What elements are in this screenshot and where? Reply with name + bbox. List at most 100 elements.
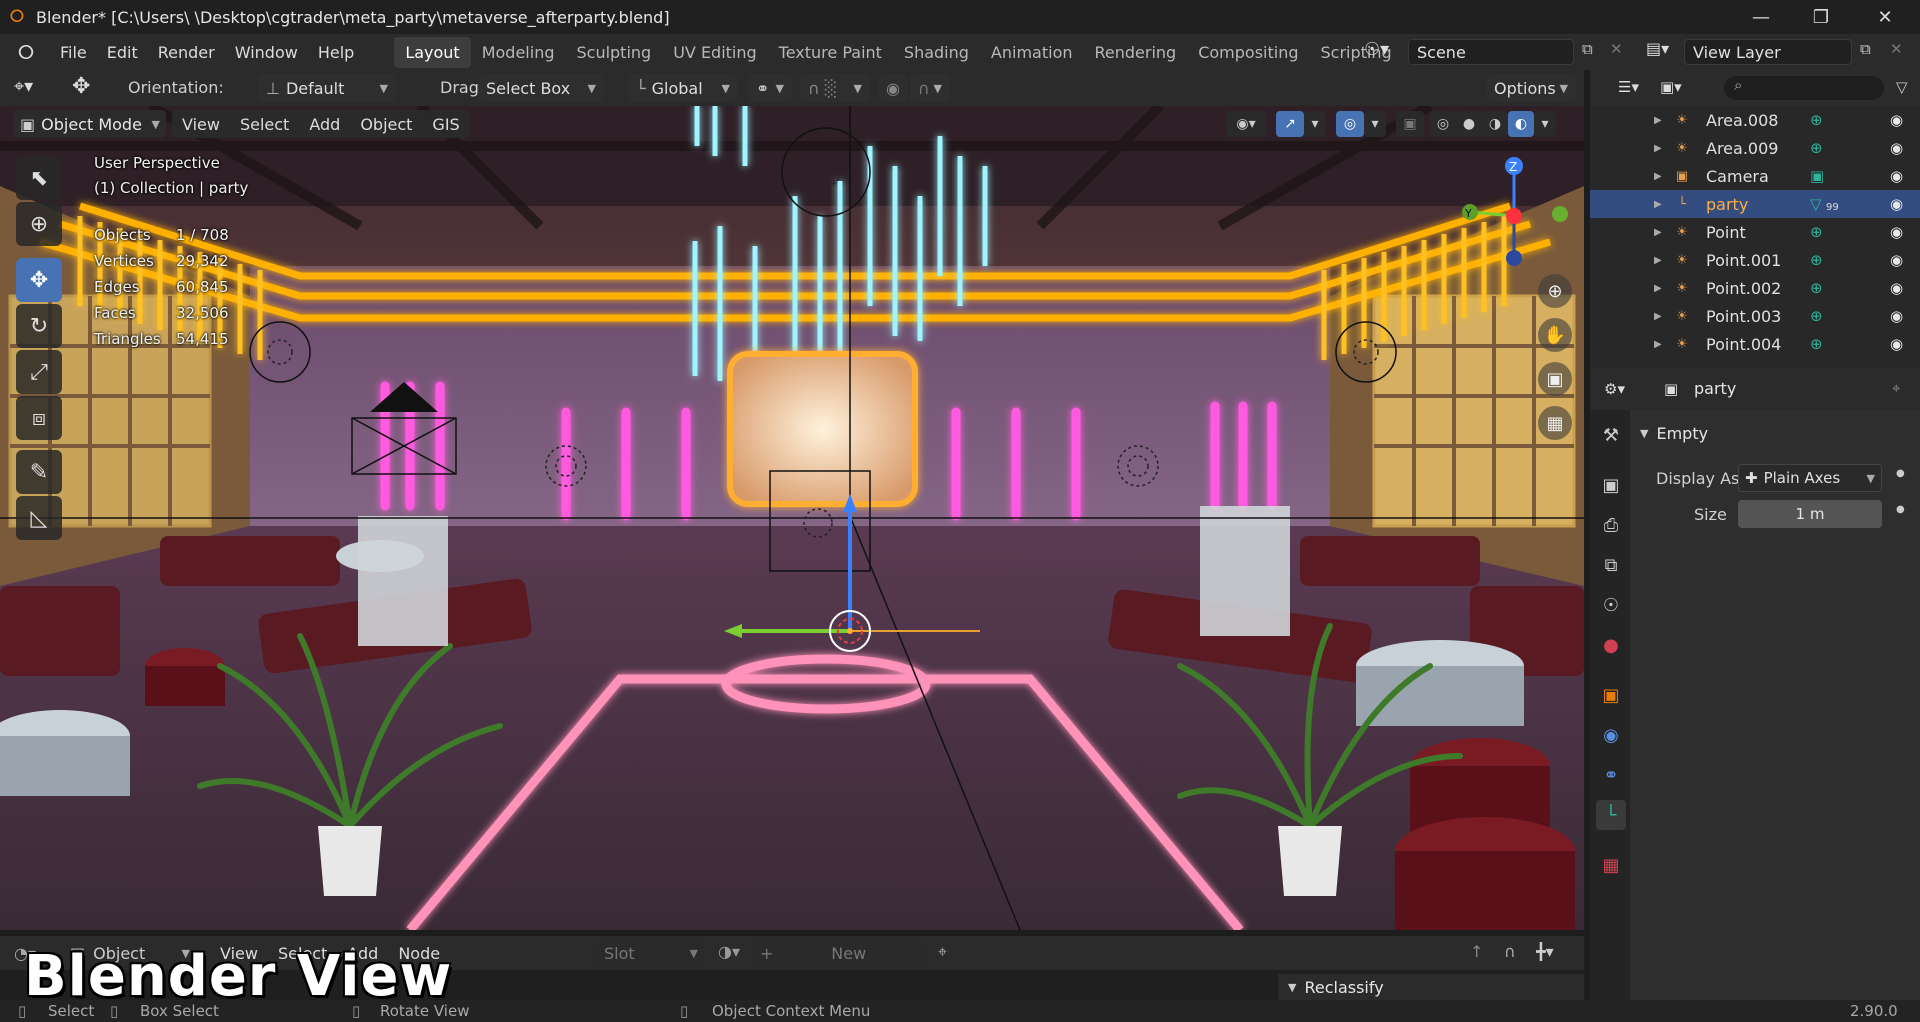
menu-help[interactable]: Help (308, 43, 364, 62)
display-as-dropdown[interactable]: ✚ Plain Axes ▼ (1738, 464, 1882, 492)
tab-physics[interactable]: ◉ (1596, 720, 1626, 750)
slot-dropdown[interactable]: Slot ▼ (596, 940, 706, 966)
outliner-search-input[interactable]: ⌕ (1724, 76, 1884, 100)
scale-tool[interactable]: ⤢ (16, 350, 62, 394)
eye-icon[interactable]: ◉ (1890, 167, 1903, 185)
tab-modeling[interactable]: Modeling (471, 37, 566, 68)
outliner-editor-type-icon[interactable]: ☰▾ (1618, 78, 1639, 96)
camera-view-button[interactable]: ▣ (1538, 362, 1572, 396)
expand-arrow-icon[interactable]: ▶ (1654, 311, 1662, 322)
pan-view-button[interactable]: ✋ (1538, 318, 1572, 352)
new-scene-icon[interactable]: ⧉ (1582, 40, 1593, 58)
menu-edit[interactable]: Edit (97, 43, 148, 62)
outliner-row-area-009[interactable]: ▶ ☀ Area.009 ⊕ ◉ (1590, 134, 1920, 162)
outliner-row-point-001[interactable]: ▶ ☀ Point.001 ⊕ ◉ (1590, 246, 1920, 274)
shading-rendered-button[interactable]: ◐ (1508, 111, 1534, 137)
tab-animation[interactable]: Animation (980, 37, 1084, 68)
rotate-tool[interactable]: ↻ (16, 304, 62, 348)
object-data-light-icon[interactable]: ⊕ (1810, 111, 1823, 129)
drag-dropdown[interactable]: Select Box ▼ (478, 74, 604, 102)
menu-window[interactable]: Window (225, 43, 308, 62)
empty-panel-header[interactable]: ▼ Empty (1634, 418, 1916, 448)
tab-output[interactable]: ⎙ (1596, 510, 1626, 540)
viewport-menu-view[interactable]: View (172, 115, 230, 134)
eye-icon[interactable]: ◉ (1890, 111, 1903, 129)
visibility-dropdown[interactable]: ◉▾ (1226, 111, 1266, 137)
eye-icon[interactable]: ◉ (1890, 139, 1903, 157)
tab-texture[interactable]: ▦ (1596, 850, 1626, 880)
tab-texture-paint[interactable]: Texture Paint (768, 37, 893, 68)
delete-view-layer-icon[interactable]: ✕ (1890, 40, 1903, 58)
tab-layout[interactable]: Layout (394, 36, 471, 68)
eye-icon[interactable]: ◉ (1890, 335, 1903, 353)
tab-constraints[interactable]: ⚭ (1596, 760, 1626, 790)
proportional-edit-toggle[interactable]: ◉ (878, 74, 908, 102)
shading-material-button[interactable]: ◑ (1482, 111, 1508, 137)
tab-object-data[interactable]: └ (1596, 800, 1626, 830)
transform-space-dropdown[interactable]: └ Global ▼ (628, 74, 738, 102)
snap-element-dropdown[interactable]: ╋▾ (1536, 942, 1554, 961)
new-material-button[interactable]: + New (752, 940, 924, 966)
viewport-menu-select[interactable]: Select (230, 115, 299, 134)
outliner-row-point-004[interactable]: ▶ ☀ Point.004 ⊕ ◉ (1590, 330, 1920, 358)
outliner-row-point-002[interactable]: ▶ ☀ Point.002 ⊕ ◉ (1590, 274, 1920, 302)
tab-render[interactable]: ▣ (1596, 470, 1626, 500)
snap-dropdown[interactable]: ∩ ░ ▼ (800, 74, 870, 102)
gizmo-dropdown[interactable]: ▾ (1304, 111, 1326, 137)
object-data-empty-axes-icon[interactable]: ▽ (1810, 195, 1822, 213)
3d-viewport[interactable]: Z Y ▣ Object Mode ▼ View Select Add Obje… (0, 106, 1584, 930)
tab-uv-editing[interactable]: UV Editing (662, 37, 767, 68)
options-dropdown[interactable]: Options ▼ (1486, 74, 1576, 102)
blender-menu-icon[interactable]: ⭘ (12, 40, 40, 64)
object-data-light-icon[interactable]: ⊕ (1810, 251, 1823, 269)
maximize-button[interactable]: ❐ (1792, 0, 1850, 34)
overlay-dropdown[interactable]: ▾ (1364, 111, 1386, 137)
tab-scene[interactable]: ☉ (1596, 590, 1626, 620)
xray-toggle[interactable]: ▣ (1396, 111, 1424, 137)
filter-icon[interactable]: ▽ (1896, 78, 1908, 96)
tab-tool-settings[interactable]: ⚒ (1596, 420, 1626, 450)
tab-sculpting[interactable]: Sculpting (565, 37, 662, 68)
object-data-light-icon[interactable]: ⊕ (1810, 279, 1823, 297)
tab-view-layer[interactable]: ⧉ (1596, 550, 1626, 580)
eye-icon[interactable]: ◉ (1890, 195, 1903, 213)
expand-arrow-icon[interactable]: ▶ (1654, 143, 1662, 154)
expand-arrow-icon[interactable]: ▶ (1654, 255, 1662, 266)
eye-icon[interactable]: ◉ (1890, 251, 1903, 269)
object-data-light-icon[interactable]: ⊕ (1810, 139, 1823, 157)
keyframe-dot-icon[interactable]: ● (1896, 504, 1905, 515)
minimize-button[interactable]: — (1732, 0, 1790, 34)
outliner-row-point[interactable]: ▶ ☀ Point ⊕ ◉ (1590, 218, 1920, 246)
measure-tool[interactable]: ◺ (16, 496, 62, 540)
tab-rendering[interactable]: Rendering (1084, 37, 1188, 68)
view-layer-field[interactable]: View Layer (1684, 39, 1852, 65)
expand-arrow-icon[interactable]: ▶ (1654, 227, 1662, 238)
object-data-light-icon[interactable]: ⊕ (1810, 223, 1823, 241)
outliner-row-point-003[interactable]: ▶ ☀ Point.003 ⊕ ◉ (1590, 302, 1920, 330)
mode-dropdown[interactable]: ▣ Object Mode ▼ (14, 110, 166, 138)
menu-file[interactable]: File (50, 43, 97, 62)
tab-object[interactable]: ▣ (1596, 680, 1626, 710)
pivot-point-dropdown[interactable]: ⚭ ▼ (748, 74, 792, 102)
expand-arrow-icon[interactable]: ▶ (1654, 171, 1662, 182)
material-sphere-icon[interactable]: ◑▾ (718, 942, 740, 961)
eye-icon[interactable]: ◉ (1890, 223, 1903, 241)
gizmo-toggle[interactable]: ↗ (1276, 111, 1304, 137)
editor-type-icon[interactable]: ⌖▾ (14, 76, 33, 97)
snap-icon[interactable]: ∩ (1504, 942, 1516, 961)
expand-arrow-icon[interactable]: ▶ (1654, 339, 1662, 350)
expand-arrow-icon[interactable]: ▶ (1654, 199, 1662, 210)
viewport-menu-gis[interactable]: GIS (422, 115, 469, 134)
display-mode-icon[interactable]: ▣▾ (1660, 78, 1682, 96)
orientation-dropdown[interactable]: ⊥ Default ▼ (258, 74, 396, 102)
tab-world[interactable]: ● (1596, 630, 1626, 660)
zoom-view-button[interactable]: ⊕ (1538, 274, 1572, 308)
new-view-layer-icon[interactable]: ⧉ (1860, 40, 1871, 58)
transform-tool[interactable]: ⧈ (16, 396, 62, 440)
viewport-menu-add[interactable]: Add (299, 115, 350, 134)
scene-field[interactable]: Scene (1408, 39, 1574, 65)
eye-icon[interactable]: ◉ (1890, 279, 1903, 297)
object-data-camera-icon[interactable]: ▣ (1810, 167, 1824, 185)
eye-icon[interactable]: ◉ (1890, 307, 1903, 325)
keyframe-dot-icon[interactable]: ● (1896, 468, 1905, 479)
